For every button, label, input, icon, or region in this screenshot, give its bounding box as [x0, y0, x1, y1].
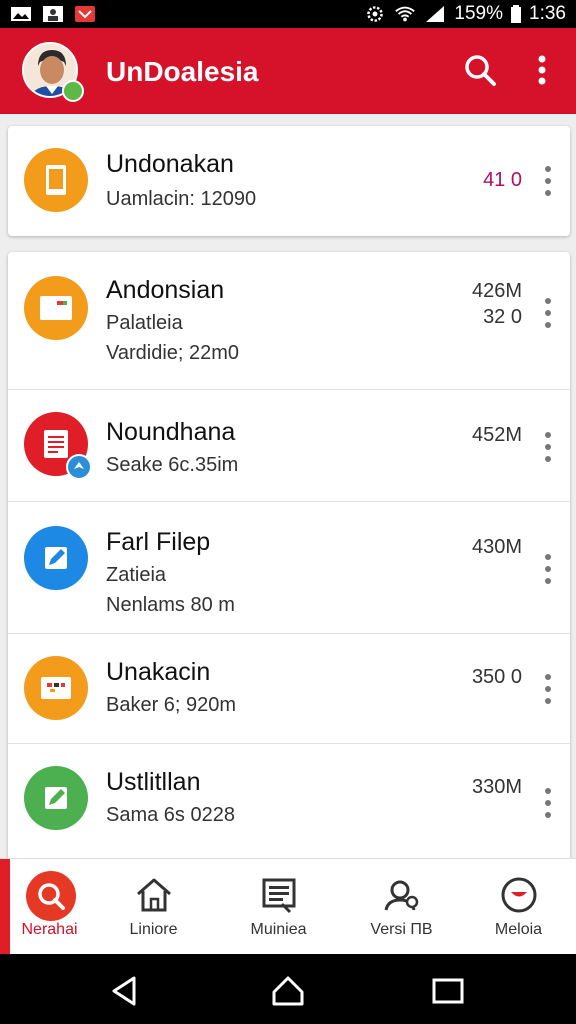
overflow-menu-button[interactable] — [522, 50, 562, 90]
system-navigation-bar — [0, 954, 576, 1024]
item-size: 430M — [471, 536, 522, 558]
list-item[interactable]: Noundhana Seake 6c.35im 452M — [8, 390, 570, 502]
item-icon-circle — [24, 148, 88, 212]
list-item[interactable]: Farl Filep Zatieia Nenlams 80 m 430M — [8, 502, 570, 634]
more-vert-icon — [538, 55, 546, 85]
nav-item-liniore[interactable]: Liniore — [96, 859, 211, 955]
item-icon-circle — [24, 766, 88, 830]
item-title: Undonakan — [106, 150, 234, 178]
wifi-icon — [395, 6, 416, 22]
list-item[interactable]: Unakacin Baker 6; 920m 350 0 — [8, 634, 570, 744]
item-icon-circle — [24, 526, 88, 590]
nav-icon-circle — [26, 871, 76, 921]
search-icon — [465, 55, 496, 86]
battery-percent: 159% — [454, 3, 504, 24]
nav-item-versi[interactable]: Versi ПВ — [344, 859, 459, 955]
item-menu-button[interactable] — [540, 166, 556, 196]
back-icon[interactable] — [106, 974, 146, 1008]
list-item[interactable]: Ustlitllan Sama 6s 0228 330M — [8, 744, 570, 858]
nav-label: Versi ПВ — [370, 921, 433, 938]
nav-label: Meloia — [494, 921, 543, 938]
contact-icon — [43, 6, 63, 22]
item-size: 452M — [471, 424, 522, 446]
item-detail: Vardidie; 22m0 — [106, 342, 240, 364]
app-bar: UnDoalesia — [0, 28, 576, 114]
item-size: 330M — [471, 776, 522, 798]
search-icon — [38, 883, 65, 910]
avatar-badge — [62, 80, 84, 102]
signal-icon — [426, 6, 445, 22]
app-title: UnDoalesia — [106, 56, 259, 87]
item-menu-button[interactable] — [540, 298, 556, 328]
list-icon — [262, 878, 296, 914]
gallery-icon — [11, 7, 31, 21]
item-title: Andonsian — [106, 276, 225, 304]
mail-app-icon — [75, 6, 95, 22]
home-icon — [137, 878, 171, 912]
item-menu-button[interactable] — [540, 674, 556, 704]
nav-icon — [132, 873, 176, 917]
nav-label: Nerahai — [21, 921, 78, 938]
item-menu-button[interactable] — [540, 432, 556, 462]
item-subtitle: Baker 6; 920m — [106, 694, 237, 716]
item-menu-button[interactable] — [540, 554, 556, 584]
search-button[interactable] — [460, 50, 500, 90]
item-title: Farl Filep — [106, 528, 211, 556]
folder-icon — [41, 677, 71, 699]
content-list: Undonakan Uamlacin: 12090 41 0 Andonsian… — [0, 114, 576, 858]
files-card: Andonsian Palatleia Vardidie; 22m0 426M 3… — [8, 252, 570, 858]
item-size: 350 0 — [471, 666, 522, 688]
item-size: 41 0 — [483, 169, 522, 191]
item-icon-circle — [24, 656, 88, 720]
edit-icon — [45, 787, 67, 809]
item-size: 426M 32 0 — [471, 280, 522, 328]
item-title: Unakacin — [106, 658, 211, 686]
nav-icon — [497, 873, 541, 917]
shared-badge-icon — [66, 454, 92, 480]
home-button-icon[interactable] — [268, 974, 308, 1008]
card-icon — [40, 296, 72, 320]
recents-icon[interactable] — [428, 974, 468, 1008]
nav-icon — [380, 873, 424, 917]
user-search-icon — [384, 880, 419, 911]
featured-card: Undonakan Uamlacin: 12090 41 0 — [8, 126, 570, 236]
list-item[interactable]: Undonakan Uamlacin: 12090 41 0 — [8, 126, 570, 236]
item-subtitle: Zatieia — [106, 564, 167, 586]
nav-label: Liniore — [129, 921, 178, 938]
item-subtitle: Palatleia — [106, 312, 183, 334]
item-icon-circle — [24, 276, 88, 340]
tablet-icon — [46, 165, 66, 195]
clock: 1:36 — [529, 3, 566, 24]
item-title: Ustlitllan — [106, 768, 201, 796]
nav-item-muiniea[interactable]: Muiniea — [221, 859, 336, 955]
nav-icon — [257, 873, 301, 917]
nav-label: Muiniea — [250, 921, 307, 938]
edit-icon — [45, 547, 67, 569]
item-subtitle: Uamlacin: 12090 — [106, 188, 257, 210]
settings-icon — [367, 6, 384, 22]
item-title: Noundhana — [106, 418, 236, 446]
item-detail: Nenlams 80 m — [106, 594, 235, 616]
nav-item-meloia[interactable]: Meloia — [461, 859, 576, 955]
battery-icon — [511, 5, 522, 23]
status-bar: 159% 1:36 — [0, 0, 576, 28]
item-subtitle: Sama 6s 0228 — [106, 804, 235, 826]
list-item[interactable]: Andonsian Palatleia Vardidie; 22m0 426M 3… — [8, 252, 570, 390]
item-menu-button[interactable] — [540, 788, 556, 818]
bottom-navigation: Nerahai Liniore Muiniea Versi ПВ Meloia — [0, 858, 576, 955]
chat-icon — [501, 877, 537, 913]
item-subtitle: Seake 6c.35im — [106, 454, 239, 476]
